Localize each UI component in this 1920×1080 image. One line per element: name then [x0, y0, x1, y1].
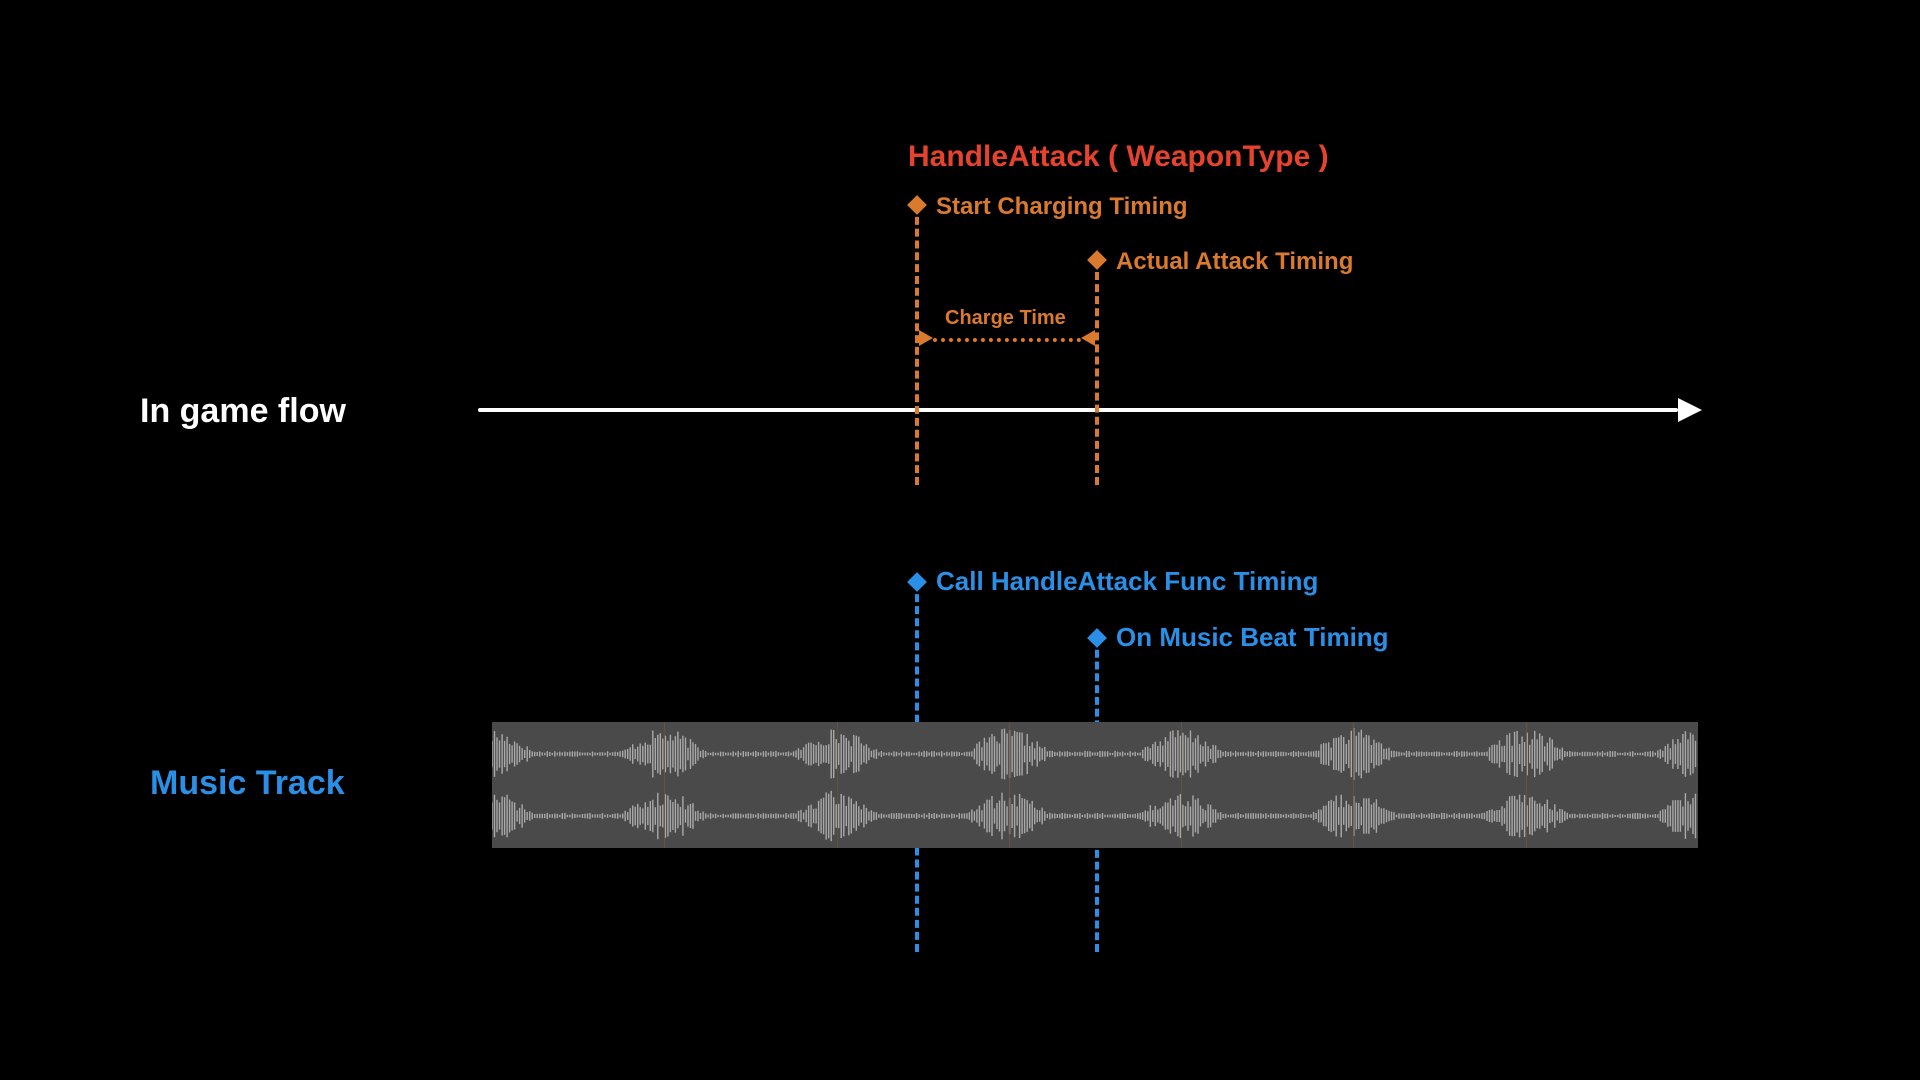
flow-arrow-line [478, 408, 1678, 412]
waveform-channel-top [492, 728, 1698, 780]
beat-gridline [1353, 722, 1354, 848]
flow-track-label: In game flow [140, 392, 346, 431]
diamond-icon [1087, 250, 1107, 270]
triangle-right-icon [919, 330, 933, 346]
diamond-icon [907, 572, 927, 592]
marker-actual-attack [1095, 260, 1099, 485]
beat-gridline [664, 722, 665, 848]
triangle-left-icon [1081, 330, 1095, 346]
label-actual-attack: Actual Attack Timing [1116, 248, 1353, 276]
beat-gridline [1526, 722, 1527, 848]
waveform-channel-bottom [492, 790, 1698, 842]
charge-time-span [933, 338, 1081, 342]
flow-arrow-head-icon [1678, 398, 1702, 422]
diagram-canvas: { "title": "HandleAttack ( WeaponType )"… [0, 0, 1920, 1080]
label-on-beat: On Music Beat Timing [1116, 622, 1389, 653]
label-start-charging: Start Charging Timing [936, 193, 1188, 221]
label-charge-time: Charge Time [945, 307, 1066, 330]
diagram-title: HandleAttack ( WeaponType ) [908, 140, 1329, 174]
diamond-icon [1087, 628, 1107, 648]
beat-gridline [1181, 722, 1182, 848]
beat-gridline [837, 722, 838, 848]
diamond-icon [907, 195, 927, 215]
label-call-handleattack: Call HandleAttack Func Timing [936, 566, 1318, 597]
beat-gridline [1009, 722, 1010, 848]
audio-waveform-track [492, 722, 1698, 848]
music-track-label: Music Track [150, 764, 345, 803]
